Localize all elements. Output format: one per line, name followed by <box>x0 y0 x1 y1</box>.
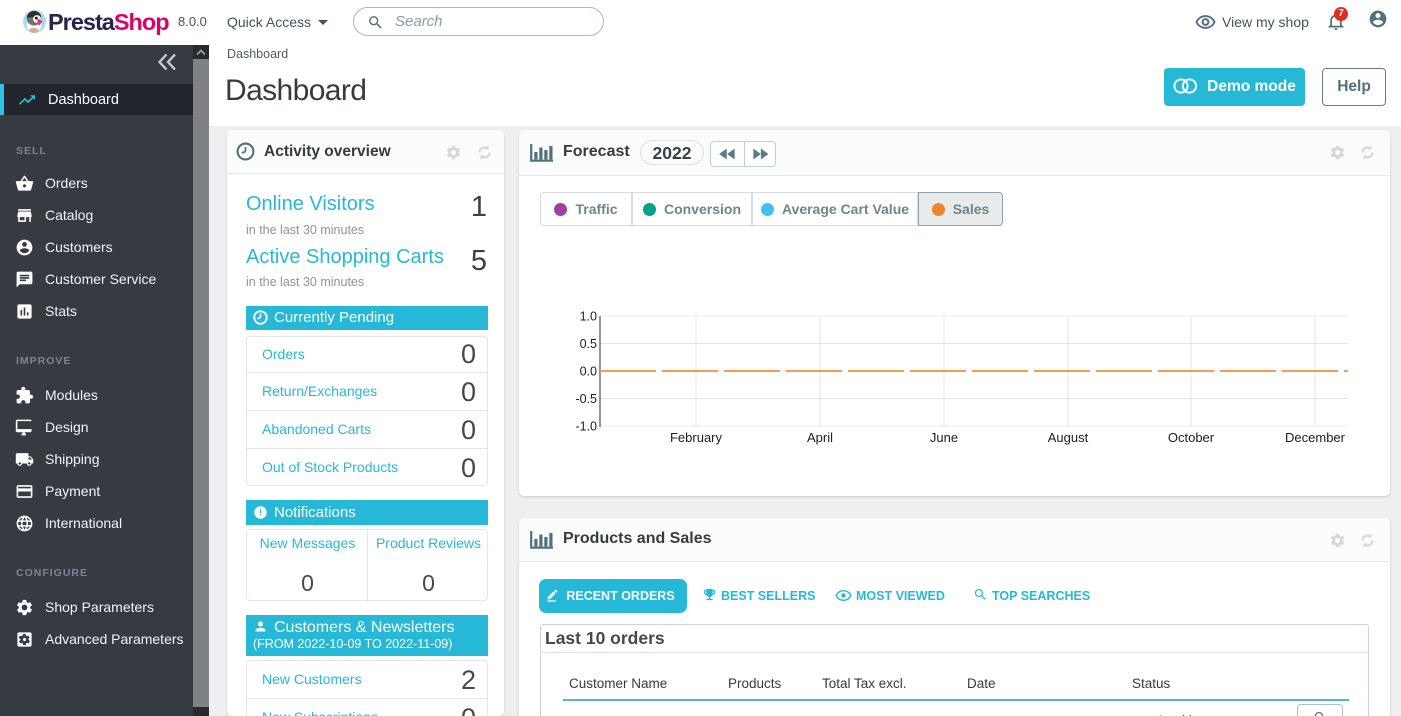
svg-text:December: December <box>1285 430 1346 445</box>
svg-text:0.0: 0.0 <box>580 365 597 379</box>
svg-text:April: April <box>807 430 833 445</box>
svg-text:February: February <box>670 430 723 445</box>
svg-text:June: June <box>930 430 958 445</box>
svg-text:October: October <box>1168 430 1215 445</box>
svg-text:1.0: 1.0 <box>580 310 597 324</box>
svg-text:August: August <box>1048 430 1089 445</box>
svg-text:-0.5: -0.5 <box>575 392 597 406</box>
svg-text:-1.0: -1.0 <box>575 420 597 434</box>
svg-text:0.5: 0.5 <box>580 337 597 351</box>
